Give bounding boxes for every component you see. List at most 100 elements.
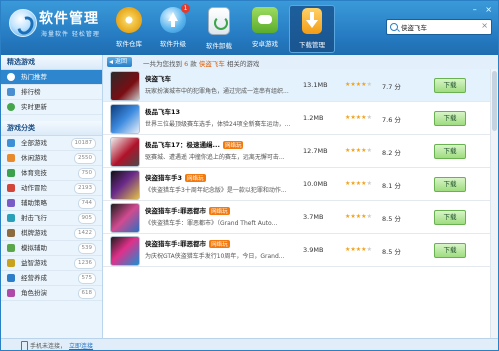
game-row[interactable]: 侠盗猎车手:罪恶都市 网络玩 《侠盗猎车手：罪恶都市》（Grand Theft Au… (103, 201, 498, 234)
game-thumbnail[interactable] (110, 236, 140, 266)
category-label: 全部游戏 (21, 139, 47, 147)
app-slogan: 海量软件 轻松管理 (41, 31, 100, 38)
result-prefix: 一共为您找到 (143, 60, 185, 68)
rating-stars: ★★★★★ (345, 213, 372, 220)
sidebar-category-item[interactable]: 益智游戏 1236 (1, 256, 102, 271)
category-count: 2550 (74, 153, 96, 164)
back-button[interactable]: 返回 (107, 57, 133, 67)
game-thumbnail[interactable] (110, 203, 140, 233)
category-label: 经营养成 (21, 274, 47, 282)
main-content: 返回 一共为您找到 6 款 侠盗飞车 相关的游戏 侠盗飞车 玩家扮演城市中的犯罪角… (103, 55, 498, 338)
download-button[interactable]: 下载 (434, 144, 466, 159)
download-button[interactable]: 下载 (434, 78, 466, 93)
scrollbar-thumb[interactable] (492, 71, 497, 131)
star-icon: ★ (366, 114, 372, 121)
game-title[interactable]: 侠盗猎车手:罪恶都市 网络玩 (145, 238, 230, 248)
action-icon (7, 184, 15, 192)
ranking-icon (7, 88, 15, 96)
game-row[interactable]: 侠盗飞车 玩家扮演城市中的犯罪角色，通过完成一连串有组织... 13.1MB ★★★★… (103, 69, 498, 102)
rating-stars: ★★★★★ (345, 114, 372, 121)
toolbar-label: 安卓游戏 (252, 40, 278, 48)
sidebar-category-item[interactable]: 辅助策略 744 (1, 196, 102, 211)
toolbar-software-upgrade[interactable]: 1 软件升级 (151, 4, 195, 53)
chess-icon (7, 229, 15, 237)
close-button[interactable]: × (485, 5, 492, 14)
download-button[interactable]: 下载 (434, 177, 466, 192)
disc-icon (116, 7, 142, 33)
toolbar-software-uninstall[interactable]: 软件卸载 (197, 5, 241, 53)
sidebar-category-item[interactable]: 全部游戏 10187 (1, 136, 102, 151)
simulation-icon (7, 244, 15, 252)
management-icon (7, 274, 15, 282)
toolbar-download-manager[interactable]: 下载管理 (289, 5, 335, 53)
sidebar-category-item[interactable]: 角色扮演 618 (1, 286, 102, 301)
sidebar-category-item[interactable]: 休闲游戏 2550 (1, 151, 102, 166)
connect-now-link[interactable]: 立即连接 (69, 343, 93, 350)
search-icon (390, 23, 398, 31)
game-title[interactable]: 侠盗猎车手:罪恶都市 网络玩 (145, 205, 230, 215)
category-count: 744 (77, 198, 96, 209)
game-description: 玩家扮演城市中的犯罪角色，通过完成一连串有组织... (145, 88, 289, 95)
game-description: 为庆祝GTA侠盗猎车手发行10周年，今日，Grand... (145, 253, 285, 260)
logo-icon (9, 9, 37, 37)
upgrade-icon: 1 (160, 4, 190, 33)
scrollbar[interactable] (490, 69, 498, 338)
game-row[interactable]: 极品飞车17：极速通缉... 网络玩 驱赛城、遭遇遥 冲撞你追上的赛车，远离无懈可击… (103, 135, 498, 168)
game-row[interactable]: 侠盗猎车手3 网络玩 《侠盗猎车手3十周年纪念版》是一款以犯罪和动作... 10.0M… (103, 168, 498, 201)
rating-stars: ★★★★★ (345, 147, 372, 154)
game-title[interactable]: 侠盗飞车 (145, 73, 171, 83)
sidebar-item-updates[interactable]: 实时更新 (1, 100, 102, 115)
download-button[interactable]: 下载 (434, 243, 466, 258)
sidebar-category-item[interactable]: 动作冒险 2193 (1, 181, 102, 196)
phone-icon (21, 341, 28, 350)
game-row[interactable]: 侠盗猎车手:罪恶都市 网络玩为庆祝GTA侠盗猎车手发行10周年，今日，Grand.… (103, 234, 498, 267)
sports-icon (7, 169, 15, 177)
game-thumbnail[interactable] (110, 137, 140, 167)
hot-icon (7, 73, 15, 81)
rating-stars: ★★★★★ (345, 180, 372, 187)
search-value: 侠盗飞车 (401, 24, 427, 32)
category-label: 体育竞技 (21, 169, 47, 177)
download-button[interactable]: 下载 (434, 210, 466, 225)
game-size: 13.1MB (303, 81, 328, 89)
connection-status: 手机未连接， (30, 343, 67, 350)
category-label: 动作冒险 (21, 184, 47, 192)
game-thumbnail[interactable] (110, 170, 140, 200)
star-icon: ★ (366, 246, 372, 253)
sidebar-category-item[interactable]: 模拟辅助 539 (1, 241, 102, 256)
sidebar-category-item[interactable]: 体育竞技 750 (1, 166, 102, 181)
game-title[interactable]: 侠盗猎车手3 网络玩 (145, 172, 206, 182)
toolbar-label: 软件升级 (160, 40, 186, 48)
category-label: 益智游戏 (21, 259, 47, 267)
category-count: 1236 (74, 258, 96, 269)
game-score: 8.5 分 (382, 248, 401, 256)
sidebar: 精选游戏 热门推荐 排行榜 实时更新 游戏分类 全部游戏 10187 休闲游戏 255… (1, 55, 103, 338)
category-count: 2193 (74, 183, 96, 194)
sidebar-item-hot[interactable]: 热门推荐 (1, 70, 102, 85)
game-thumbnail[interactable] (110, 71, 140, 101)
sidebar-category-item[interactable]: 射击飞行 905 (1, 211, 102, 226)
search-input[interactable]: 侠盗飞车 × (386, 19, 492, 35)
minimize-button[interactable]: – (473, 5, 477, 14)
star-icon: ★ (366, 180, 372, 187)
network-play-badge: 网络玩 (222, 141, 244, 149)
game-score: 8.2 分 (382, 149, 401, 157)
shooter-icon (7, 214, 15, 222)
toolbar-android-games[interactable]: 安卓游戏 (243, 5, 287, 53)
game-row[interactable]: 极品飞车13 世界三位最顶级赛车选手，体验24项全新赛车运动，... 1.2MB ★★… (103, 102, 498, 135)
sidebar-category-item[interactable]: 棋牌游戏 1422 (1, 226, 102, 241)
game-score: 7.6 分 (382, 116, 401, 124)
game-thumbnail[interactable] (110, 104, 140, 134)
network-play-badge: 网络玩 (185, 174, 206, 182)
sidebar-item-label: 热门推荐 (21, 73, 47, 81)
toolbar-software-store[interactable]: 软件仓库 (107, 5, 151, 53)
game-title[interactable]: 极品飞车17：极速通缉... 网络玩 (145, 139, 244, 149)
category-count: 618 (77, 288, 96, 299)
sidebar-category-item[interactable]: 经营养成 575 (1, 271, 102, 286)
game-title[interactable]: 极品飞车13 (145, 106, 180, 116)
sidebar-item-ranking[interactable]: 排行榜 (1, 85, 102, 100)
game-name: 侠盗猎车手3 (145, 174, 183, 182)
download-button[interactable]: 下载 (434, 111, 466, 126)
clear-search-button[interactable]: × (481, 21, 488, 30)
sidebar-item-label: 排行榜 (21, 88, 41, 96)
